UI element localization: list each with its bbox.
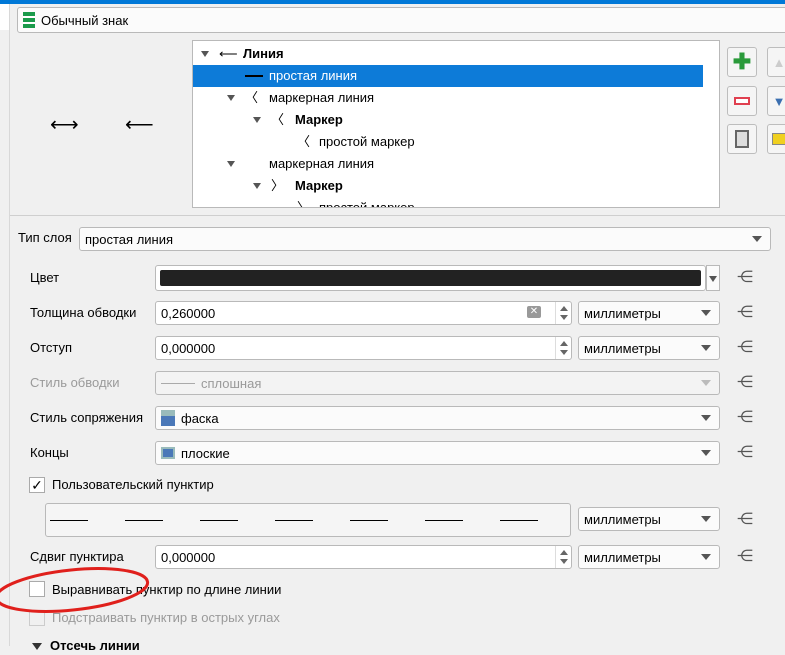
- layer-type-label: Тип слоя: [18, 230, 72, 245]
- triangle-down-icon: ▼: [772, 93, 785, 109]
- annotation-ellipse: [0, 567, 150, 613]
- offset-input[interactable]: 0,000000: [155, 336, 572, 360]
- move-up-button[interactable]: ▲: [767, 47, 785, 77]
- dash-offset-spinner[interactable]: [555, 546, 571, 568]
- chevron-right-icon: 〉: [271, 178, 285, 193]
- color-button[interactable]: [155, 265, 706, 291]
- data-defined-override-dash-offset-icon[interactable]: ⋲: [733, 546, 757, 568]
- tree-item-marker[interactable]: 〈 Маркер: [193, 109, 703, 131]
- tree-item-marker-line-2[interactable]: маркерная линия: [193, 153, 703, 175]
- tree-item-marker-2[interactable]: 〉 Маркер: [193, 175, 703, 197]
- stroke-style-combo[interactable]: сплошная: [155, 371, 720, 395]
- data-defined-override-width-icon[interactable]: ⋲: [733, 302, 757, 324]
- divider: [10, 215, 785, 216]
- chevron-left-icon: 〈: [271, 112, 285, 127]
- width-spinner[interactable]: [555, 302, 571, 324]
- solid-line-icon: [161, 382, 195, 384]
- triangle-up-icon: ▲: [772, 54, 785, 70]
- offset-unit-combo[interactable]: миллиметры: [578, 336, 720, 360]
- collapse-icon: [32, 643, 42, 650]
- remove-layer-button[interactable]: [727, 86, 757, 116]
- color-dropdown[interactable]: [706, 265, 720, 291]
- tree-item-line[interactable]: ⟵ Линия: [193, 43, 703, 65]
- data-defined-override-color-icon[interactable]: ⋲: [733, 267, 757, 289]
- dash-offset-input[interactable]: 0,000000: [155, 545, 572, 569]
- dash-unit-combo[interactable]: миллиметры: [578, 507, 720, 531]
- custom-dash-checkbox[interactable]: ✓: [29, 477, 45, 493]
- cap-style-label: Концы: [30, 445, 69, 460]
- offset-label: Отступ: [30, 340, 73, 355]
- color-swatch: [160, 270, 701, 286]
- layer-type-combo[interactable]: простая линия: [79, 227, 771, 251]
- symbol-layer-tree[interactable]: ⟵ Линия простая линия 〈 маркерная линия 〈 М…: [192, 40, 720, 208]
- cap-style-combo[interactable]: плоские: [155, 441, 720, 465]
- tree-item-simple-marker-2[interactable]: 〉 простой маркер: [193, 197, 703, 208]
- window-title-bar: [0, 0, 785, 4]
- dash-pattern-button[interactable]: [45, 503, 571, 537]
- chevron-right-icon: 〉: [297, 200, 311, 208]
- symbol-stack-icon: [23, 12, 35, 28]
- stroke-style-label: Стиль обводки: [30, 375, 120, 390]
- data-defined-override-offset-icon[interactable]: ⋲: [733, 337, 757, 359]
- tree-item-simple-line[interactable]: простая линия: [193, 65, 703, 87]
- custom-dash-label: Пользовательский пунктир: [52, 477, 214, 492]
- data-defined-override-join-icon[interactable]: ⋲: [733, 407, 757, 429]
- data-defined-override-dash-icon[interactable]: ⋲: [733, 509, 757, 531]
- width-unit-combo[interactable]: миллиметры: [578, 301, 720, 325]
- duplicate-icon: [735, 130, 749, 148]
- lock-layer-button[interactable]: [767, 124, 785, 154]
- move-down-button[interactable]: ▼: [767, 86, 785, 116]
- bevel-join-icon: [161, 410, 175, 426]
- join-style-label: Стиль сопряжения: [30, 410, 144, 425]
- flat-cap-icon: [161, 447, 175, 459]
- tree-item-marker-line[interactable]: 〈 маркерная линия: [193, 87, 703, 109]
- minus-icon: [734, 97, 750, 105]
- symbol-preview-small-icon: ⟵: [125, 114, 154, 136]
- tree-item-simple-marker[interactable]: 〈 простой маркер: [193, 131, 703, 153]
- join-style-combo[interactable]: фаска: [155, 406, 720, 430]
- data-defined-override-cap-icon[interactable]: ⋲: [733, 442, 757, 464]
- chevron-left-icon: 〈: [245, 90, 259, 105]
- dash-offset-unit-combo[interactable]: миллиметры: [578, 545, 720, 569]
- line-icon: [245, 75, 263, 77]
- dash-offset-label: Сдвиг пунктира: [30, 549, 124, 564]
- color-label: Цвет: [30, 270, 60, 285]
- symbol-type-combo[interactable]: Обычный знак: [17, 7, 785, 33]
- chevron-left-icon: 〈: [297, 134, 311, 149]
- data-defined-override-stroke-style-icon[interactable]: ⋲: [733, 372, 757, 394]
- lock-icon: [772, 133, 785, 145]
- dash-pattern-preview: [50, 520, 540, 521]
- width-label: Толщина обводки: [30, 305, 137, 320]
- plus-icon: ✚: [732, 49, 752, 74]
- left-panel: [0, 4, 10, 646]
- width-input[interactable]: 0,260000 ✕: [155, 301, 572, 325]
- symbol-preview-line-icon: ⟷: [50, 114, 79, 136]
- duplicate-layer-button[interactable]: [727, 124, 757, 154]
- offset-spinner[interactable]: [555, 337, 571, 359]
- left-panel-field: [0, 4, 9, 30]
- add-layer-button[interactable]: ✚: [727, 47, 757, 77]
- clear-icon[interactable]: ✕: [527, 306, 541, 318]
- arrow-left-icon: ⟵: [219, 46, 238, 61]
- clip-section-header[interactable]: Отсечь линии: [32, 637, 140, 655]
